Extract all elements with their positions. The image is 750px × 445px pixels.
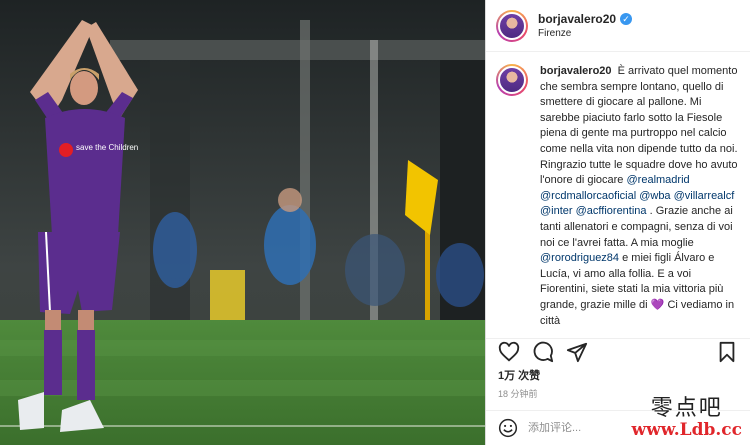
heart-emoji-icon: 💜 <box>650 298 665 311</box>
post-actions <box>486 338 750 364</box>
likes-count[interactable]: 1万 次赞 <box>498 367 540 383</box>
post-timestamp[interactable]: 18 分钟前 <box>498 387 538 400</box>
comment-input[interactable] <box>528 422 648 434</box>
player-applauding-image: save the Children <box>0 0 485 445</box>
mention-realmadrid[interactable]: @realmadrid <box>627 174 690 186</box>
mention-inter[interactable]: @inter <box>540 205 573 217</box>
caption-dot: . <box>649 205 653 218</box>
watermark-top: 零点吧 <box>650 396 723 421</box>
share-icon[interactable] <box>566 341 588 363</box>
emoji-icon[interactable] <box>498 418 518 438</box>
avatar[interactable] <box>496 9 528 42</box>
mention-fiorentina[interactable]: @acffiorentina <box>576 205 647 217</box>
caption-intro: È arrivato quel momento che sembra sempr… <box>540 65 738 187</box>
caption-username[interactable]: borjavalero20 <box>540 65 612 77</box>
mention-wba[interactable]: @wba <box>639 190 670 202</box>
watermark: 零点吧 www.Ldb.cc <box>632 398 742 439</box>
username-link[interactable]: borjavalero20 <box>538 12 616 26</box>
caption-area: borjavalero20 È arrivato quel momento ch… <box>496 64 744 328</box>
jersey-sponsor-text: save the Children <box>76 143 138 152</box>
caption-avatar[interactable] <box>496 64 528 96</box>
mention-wife[interactable]: @rorodriguez84 <box>540 252 619 264</box>
post-photo[interactable]: save the Children <box>0 0 485 445</box>
mention-rcdmallorca[interactable]: @rcdmallorcaoficial <box>540 190 636 202</box>
mention-villarreal[interactable]: @villarrealcf <box>674 190 735 202</box>
caption-text: borjavalero20 È arrivato quel momento ch… <box>540 64 740 328</box>
post-side-panel: borjavalero20 ✓ Firenze borjavalero20 È … <box>485 0 750 445</box>
comment-icon[interactable] <box>532 341 554 363</box>
verified-badge-icon: ✓ <box>620 13 633 25</box>
heart-icon[interactable] <box>498 341 520 363</box>
watermark-bottom: www.Ldb.cc <box>631 420 742 440</box>
post-header: borjavalero20 ✓ Firenze <box>486 0 750 52</box>
bookmark-icon[interactable] <box>716 341 738 363</box>
location-link[interactable]: Firenze <box>538 28 632 39</box>
